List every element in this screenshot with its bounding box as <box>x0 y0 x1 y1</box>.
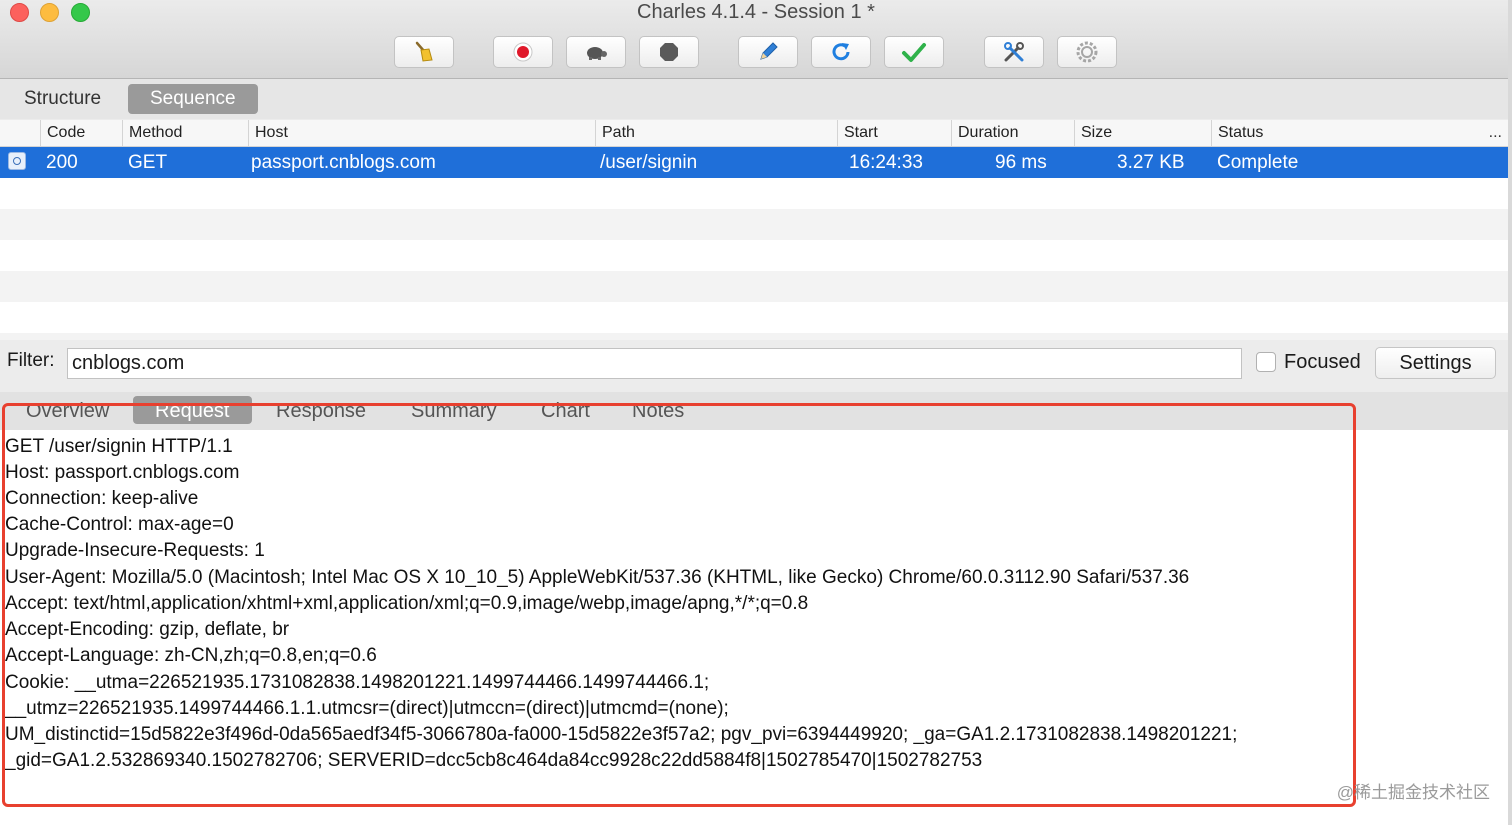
request-icon <box>8 152 26 170</box>
column-header-method[interactable]: Method <box>122 120 248 146</box>
column-header-size[interactable]: Size <box>1074 120 1211 146</box>
column-header-host[interactable]: Host <box>248 120 595 146</box>
breakpoints-button[interactable] <box>639 36 699 68</box>
compose-button[interactable] <box>738 36 798 68</box>
annotation-highlight-box <box>2 403 1356 807</box>
window-scrollbar[interactable] <box>1508 0 1512 825</box>
cell-path: /user/signin <box>600 152 698 173</box>
column-header-start[interactable]: Start <box>837 120 951 146</box>
tools-icon <box>1004 42 1024 62</box>
empty-row <box>0 209 1508 240</box>
filter-label: Filter: <box>7 350 55 371</box>
pen-icon <box>760 42 778 60</box>
settings-toolbar-button[interactable] <box>1057 36 1117 68</box>
gear-icon <box>1076 41 1098 63</box>
cell-start: 16:24:33 <box>849 152 923 173</box>
cell-host: passport.cnblogs.com <box>251 152 436 173</box>
filter-settings-button[interactable]: Settings <box>1375 347 1496 379</box>
column-header-status[interactable]: Status <box>1211 120 1483 146</box>
column-header-path[interactable]: Path <box>595 120 837 146</box>
cell-code: 200 <box>46 152 78 173</box>
empty-row <box>0 240 1508 271</box>
focused-checkbox[interactable] <box>1256 352 1276 372</box>
table-header: Code Method Host Path Start Duration Siz… <box>0 120 1508 147</box>
record-button[interactable] <box>493 36 553 68</box>
checkmark-icon <box>902 43 926 62</box>
watermark: @稀土掘金技术社区 <box>1336 783 1490 802</box>
table-row[interactable]: 200 GET passport.cnblogs.com /user/signi… <box>0 147 1508 178</box>
title-bar: Charles 4.1.4 - Session 1 * <box>0 0 1512 79</box>
tab-structure[interactable]: Structure <box>2 84 123 114</box>
filter-bar: Filter: cnblogs.com Focused Settings <box>0 340 1512 390</box>
empty-row <box>0 302 1508 333</box>
turtle-icon <box>587 47 607 60</box>
empty-row <box>0 271 1508 302</box>
cell-duration: 96 ms <box>995 152 1047 173</box>
record-icon <box>513 42 533 62</box>
refresh-icon <box>832 43 850 61</box>
repeat-button[interactable] <box>811 36 871 68</box>
filter-input[interactable]: cnblogs.com <box>67 348 1242 379</box>
empty-row <box>0 178 1508 209</box>
cell-method: GET <box>128 152 168 173</box>
focused-label[interactable]: Focused <box>1284 351 1361 374</box>
tab-sequence[interactable]: Sequence <box>128 84 258 114</box>
column-options-button[interactable]: ... <box>1489 120 1502 146</box>
window-title: Charles 4.1.4 - Session 1 * <box>637 1 875 23</box>
clear-session-button[interactable] <box>394 36 454 68</box>
column-header-code[interactable]: Code <box>40 120 122 146</box>
cell-size: 3.27 KB <box>1117 152 1185 173</box>
cell-status: Complete <box>1217 152 1299 173</box>
column-header-duration[interactable]: Duration <box>951 120 1074 146</box>
empty-row <box>0 333 1508 340</box>
stop-hexagon-icon <box>660 43 678 61</box>
broom-icon <box>415 41 433 62</box>
validate-button[interactable] <box>884 36 944 68</box>
tools-button[interactable] <box>984 36 1044 68</box>
view-tabs: Structure Sequence <box>0 79 1512 119</box>
throttle-button[interactable] <box>566 36 626 68</box>
